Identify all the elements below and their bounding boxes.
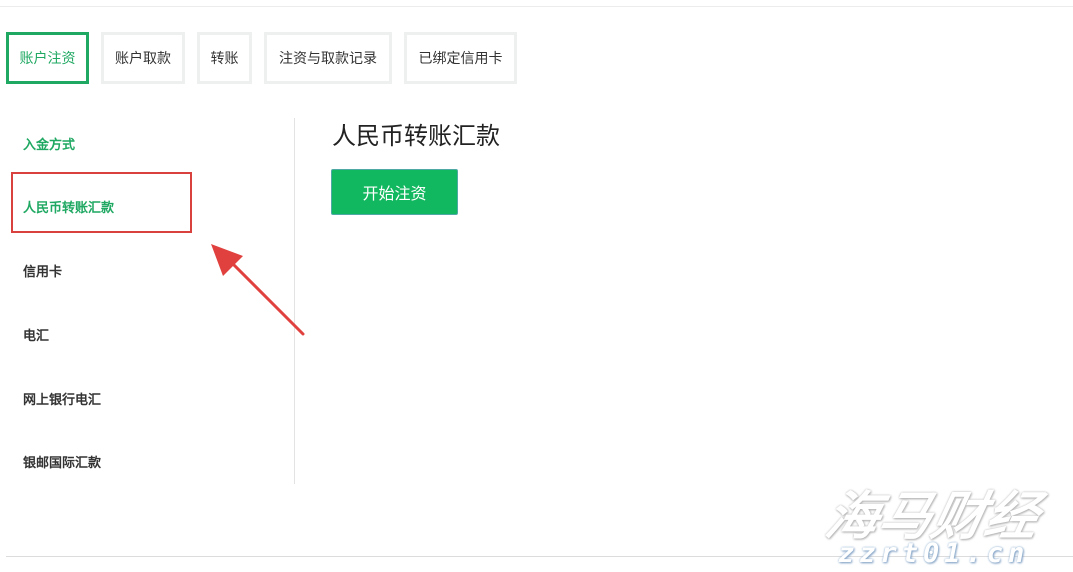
start-deposit-button[interactable]: 开始注资 [331,169,458,215]
watermark-url: zzrt01.cn [838,538,1030,569]
sidebar-item-online-bank-wire[interactable]: 网上银行电汇 [23,389,101,408]
tab-account-deposit[interactable]: 账户注资 [6,32,89,84]
tab-deposit-withdrawal-records[interactable]: 注资与取款记录 [264,32,392,84]
arrow-annotation-icon [211,244,305,336]
sidebar-item-wire-transfer[interactable]: 电汇 [23,325,49,344]
annotation-highlight-box [11,172,192,233]
watermark: 海马财经 zzrt01.cn [821,474,1070,572]
page-title: 人民币转账汇款 [332,123,500,150]
tab-account-withdrawal[interactable]: 账户取款 [101,32,185,84]
top-divider [0,6,1073,7]
sidebar-item-credit-card[interactable]: 信用卡 [23,261,62,280]
tab-bound-credit-cards[interactable]: 已绑定信用卡 [404,32,517,84]
sidebar-item-unionpay-international[interactable]: 银邮国际汇款 [23,452,101,471]
sidebar-heading-deposit-methods: 入金方式 [23,137,76,152]
tab-transfer[interactable]: 转账 [197,32,252,84]
